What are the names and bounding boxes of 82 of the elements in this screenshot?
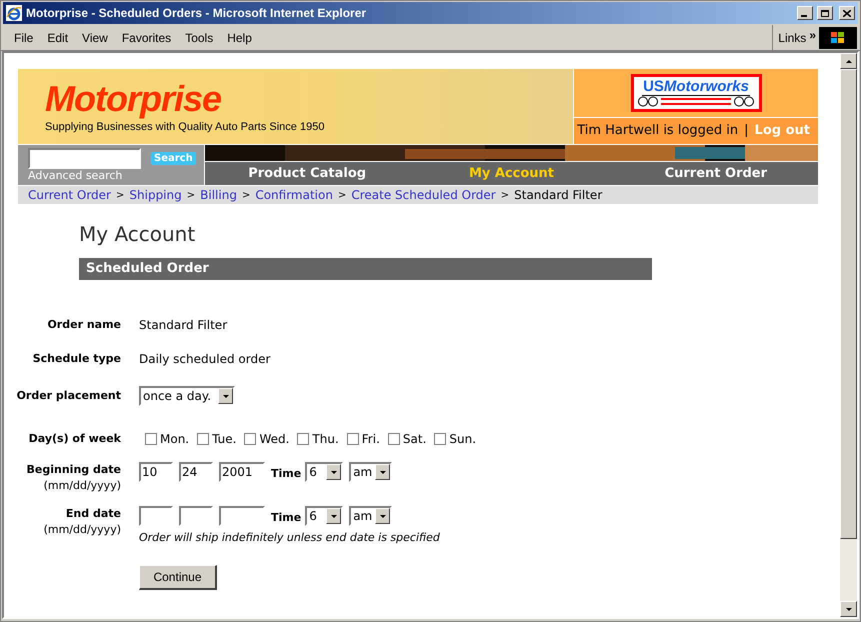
window-title: Motorprise - Scheduled Orders - Microsoft Internet Explorer [26,5,368,22]
close-icon [843,10,851,16]
breadcrumb-separator: > [186,188,196,202]
day-label: Thu. [312,431,339,448]
dropdown-arrow-icon [378,512,387,520]
order-placement-select[interactable]: once a day. [139,386,235,406]
date-field[interactable]: 24 [179,462,213,482]
day-checkbox[interactable] [388,433,400,445]
partner-logo: USMotorworks [630,74,762,112]
field-label: Order name [47,316,121,333]
end-date-note: Order will ship indefinitely unless end date is specified [139,530,440,546]
time-label: Time [271,510,302,526]
dropdown-arrow-icon [330,512,338,520]
maximize-button[interactable] [817,6,833,20]
page-title: My Account [79,222,196,246]
dropdown-arrow-icon [330,468,338,476]
field-label: Beginning date [26,462,121,478]
scrollbar[interactable] [840,53,857,617]
menu-item[interactable]: Tools [178,28,220,46]
breadcrumb-link[interactable]: Shipping [129,186,182,204]
day-label: Sat. [402,431,426,448]
date-format-hint: (mm/dd/yyyy) [44,522,121,536]
time-label: Time [271,466,302,482]
field-label: Schedule type [32,350,121,367]
menu-item[interactable]: File [7,28,40,46]
breadcrumb-separator: > [242,188,250,202]
brand-logo: Motorprise [45,80,222,118]
menu-item[interactable]: Edit [40,28,76,46]
dropdown-arrow-icon [378,468,387,476]
day-label: Sun. [449,431,476,448]
login-status: Tim Hartwell is logged in [577,122,738,140]
continue-button[interactable]: Continue [139,565,217,590]
date-field[interactable]: 10 [139,462,173,482]
field-label: Order placement [16,388,121,404]
scroll-up-icon [844,58,852,64]
breadcrumb-link[interactable]: Create Scheduled Order [351,186,496,204]
day-checkbox[interactable] [145,433,157,445]
separator: | [744,122,749,140]
day-label: Mon. [160,431,190,448]
ampm-select[interactable]: am [349,506,392,526]
field-label: Day(s) of week [28,430,121,447]
windows-flag-icon [830,30,846,44]
field-label: End date [66,506,121,522]
day-checkbox[interactable] [297,433,310,445]
browser-icon [6,5,22,21]
menu-item[interactable]: Favorites [114,28,178,46]
scroll-down-icon [844,606,852,612]
breadcrumb-separator: > [338,188,346,202]
hour-select[interactable]: 6 [305,506,344,526]
day-checkbox[interactable] [346,433,359,445]
maximize-icon [821,10,829,16]
breadcrumb-separator: > [116,188,124,202]
day-checkbox[interactable] [434,433,446,445]
hour-select[interactable]: 6 [305,462,344,482]
day-label: Tue. [212,431,236,448]
day-checkbox[interactable] [244,433,256,445]
menu-item[interactable]: View [75,28,115,46]
breadcrumb-link[interactable]: Billing [200,186,237,204]
date-field[interactable]: 2001 [219,462,265,482]
field-value: Standard Filter [139,317,228,334]
nav-tab[interactable]: Product Catalog [205,162,410,185]
ampm-select[interactable]: am [349,462,392,482]
nav-tab[interactable]: My Account [409,162,614,185]
day-label: Fri. [362,431,380,448]
tagline: Supplying Businesses with Quality Auto Parts Since 1950 [45,120,326,135]
breadcrumb-link[interactable]: Current Order [28,186,111,204]
nav-tab[interactable]: Current Order [614,162,818,185]
field-value: Daily scheduled order [139,351,270,368]
day-checkbox[interactable] [197,433,210,445]
breadcrumb-current: Standard Filter [514,187,602,204]
search-field[interactable] [28,148,141,169]
breadcrumb-link[interactable]: Confirmation [255,186,333,204]
minimize-button[interactable] [797,6,813,20]
section-header: Scheduled Order [79,258,652,280]
links-label[interactable]: Links [778,28,806,46]
dropdown-arrow-icon [222,392,230,400]
menu-item[interactable]: Help [220,28,259,46]
day-label: Wed. [259,431,290,448]
close-button[interactable] [839,6,855,20]
links-chevron[interactable]: » [809,26,816,44]
breadcrumb-separator: > [500,188,510,202]
date-format-hint: (mm/dd/yyyy) [44,478,121,492]
